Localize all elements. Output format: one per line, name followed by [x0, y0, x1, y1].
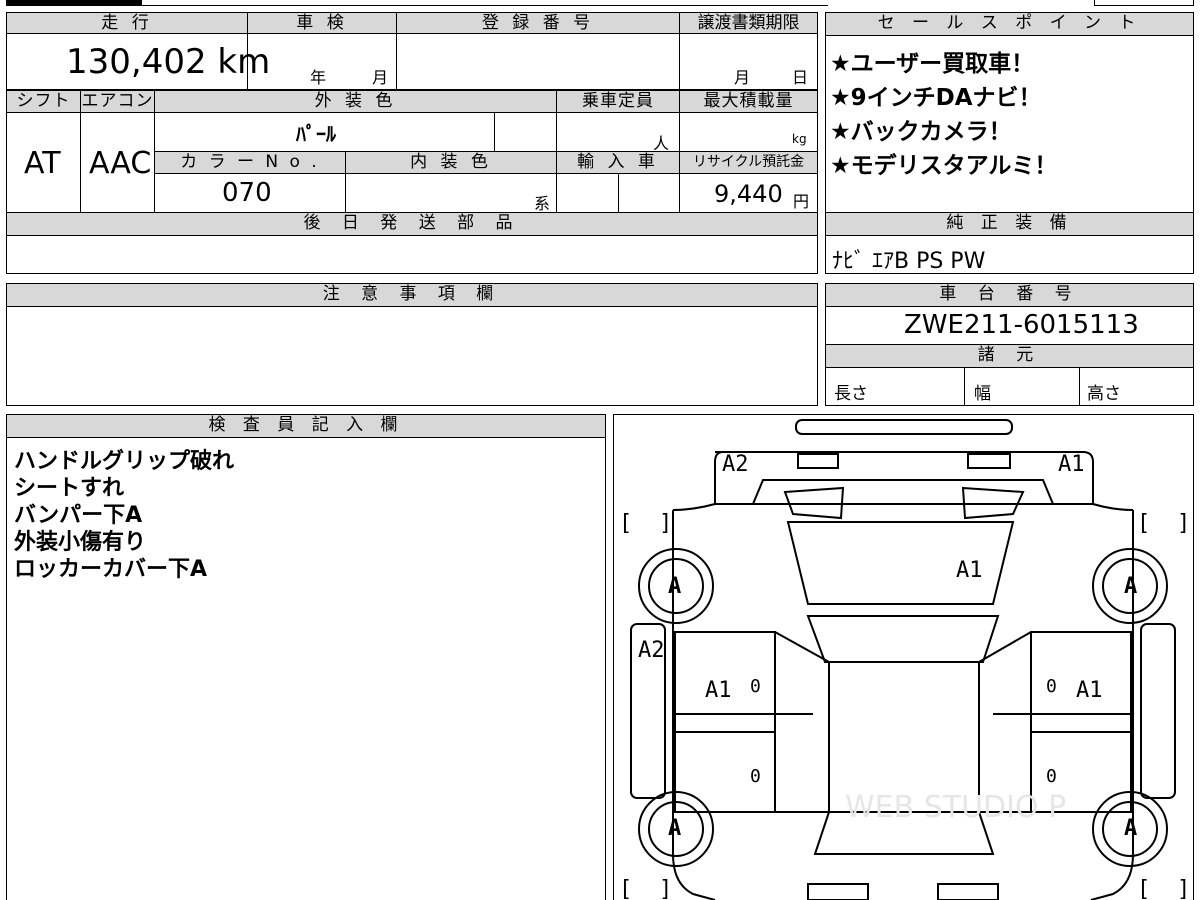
- inspection-year: 年: [310, 68, 327, 87]
- sales-point-3: ★バックカメラ！: [830, 119, 1012, 145]
- svg-text:[: [: [619, 511, 632, 536]
- mileage-value: 130,402 km: [66, 42, 271, 82]
- zero-left-rear: 0: [750, 766, 761, 787]
- mileage-header: 走 行: [6, 12, 248, 34]
- sales-point-1: ★ユーザー買取車！: [830, 51, 1035, 77]
- sales-point-4: ★モデリスタアルミ！: [830, 153, 1058, 179]
- chassis-value: ZWE211-6015113: [904, 310, 1139, 340]
- zero-left-front: 0: [750, 676, 761, 697]
- exterior-color-value: ﾊﾟｰﾙ: [296, 122, 336, 146]
- top-strip-right: [1094, 0, 1194, 6]
- max-load-unit: kg: [792, 132, 807, 146]
- tire-rear-right: A: [1124, 816, 1138, 841]
- standard-equipment-value: ﾅﾋﾞ ｴｱB PS PW: [832, 249, 986, 274]
- damage-right-door: A1: [1076, 678, 1103, 703]
- watermark: WEB STUDIO P: [845, 790, 1067, 825]
- later-parts-cell: [6, 235, 818, 274]
- recycle-header: リサイクル預託金: [679, 151, 818, 174]
- color-no-value: 070: [222, 178, 272, 208]
- zero-right-front: 0: [1046, 676, 1057, 697]
- shift-value: AT: [24, 146, 61, 181]
- top-black-bar: [6, 0, 142, 6]
- tire-rear-left: A: [668, 816, 682, 841]
- svg-text:[: [: [619, 877, 632, 900]
- transfer-month: 月: [734, 68, 751, 87]
- svg-text:]: ]: [659, 511, 672, 536]
- inspector-header: 検 査 員 記 入 欄: [6, 414, 606, 438]
- specs-length-label: 長さ: [834, 384, 868, 404]
- exterior-color-header: 外 装 色: [154, 90, 557, 113]
- damage-hood: A1: [956, 558, 983, 583]
- svg-text:[: [: [1137, 877, 1150, 900]
- import-header: 輸 入 車: [556, 151, 680, 174]
- car-diagram: [] [] [] []: [619, 419, 1190, 900]
- inspection-month: 月: [372, 68, 389, 87]
- recycle-value: 9,440: [714, 180, 783, 208]
- damage-left-door: A1: [705, 678, 732, 703]
- notes-cell: [6, 306, 818, 406]
- later-parts-header: 後 日 発 送 部 品: [6, 212, 818, 236]
- color-no-header: カ ラ ー N o .: [154, 151, 346, 174]
- specs-width-label: 幅: [974, 384, 991, 404]
- standard-equipment-header: 純 正 装 備: [825, 212, 1194, 236]
- chassis-header: 車 台 番 号: [825, 283, 1194, 307]
- notes-header: 注 意 事 項 欄: [6, 283, 818, 307]
- sales-point-2: ★9インチDAナビ！: [830, 85, 1042, 111]
- top-strip-lines: [142, 0, 828, 6]
- specs-height-label: 高さ: [1087, 384, 1121, 404]
- interior-color-suffix: 系: [534, 194, 551, 213]
- damage-front-right: A1: [1058, 452, 1085, 477]
- zero-right-rear: 0: [1046, 766, 1057, 787]
- import-cell-b: [618, 173, 680, 213]
- max-load-header: 最大積載量: [679, 90, 818, 113]
- recycle-unit: 円: [793, 192, 810, 211]
- damage-front-left: A2: [722, 452, 749, 477]
- registration-cell: [396, 33, 680, 90]
- tire-front-right: A: [1124, 574, 1138, 599]
- transfer-day: 日: [792, 68, 809, 87]
- transfer-deadline-header: 譲渡書類期限: [679, 12, 818, 34]
- svg-text:]: ]: [1177, 511, 1190, 536]
- interior-color-cell: [345, 173, 557, 213]
- sales-points-header: セ ー ル ス ポ イ ン ト: [825, 12, 1194, 36]
- aircon-header: エアコン: [80, 90, 155, 113]
- exterior-color-sub-cell: [494, 112, 557, 152]
- shift-header: シフト: [6, 90, 81, 113]
- inspector-line-5: ロッカーカバー下A: [14, 557, 208, 582]
- interior-color-header: 内 装 色: [345, 151, 557, 174]
- tire-front-left: A: [668, 574, 682, 599]
- svg-text:]: ]: [1177, 877, 1190, 900]
- specs-header: 諸 元: [825, 344, 1194, 368]
- aircon-value: AAC: [89, 146, 152, 181]
- inspection-header: 車 検: [247, 12, 397, 34]
- damage-left-fender: A2: [638, 638, 665, 663]
- registration-header: 登 録 番 号: [396, 12, 680, 34]
- svg-text:[: [: [1137, 511, 1150, 536]
- svg-text:]: ]: [659, 877, 672, 900]
- capacity-header: 乗車定員: [556, 90, 680, 113]
- import-cell-a: [556, 173, 619, 213]
